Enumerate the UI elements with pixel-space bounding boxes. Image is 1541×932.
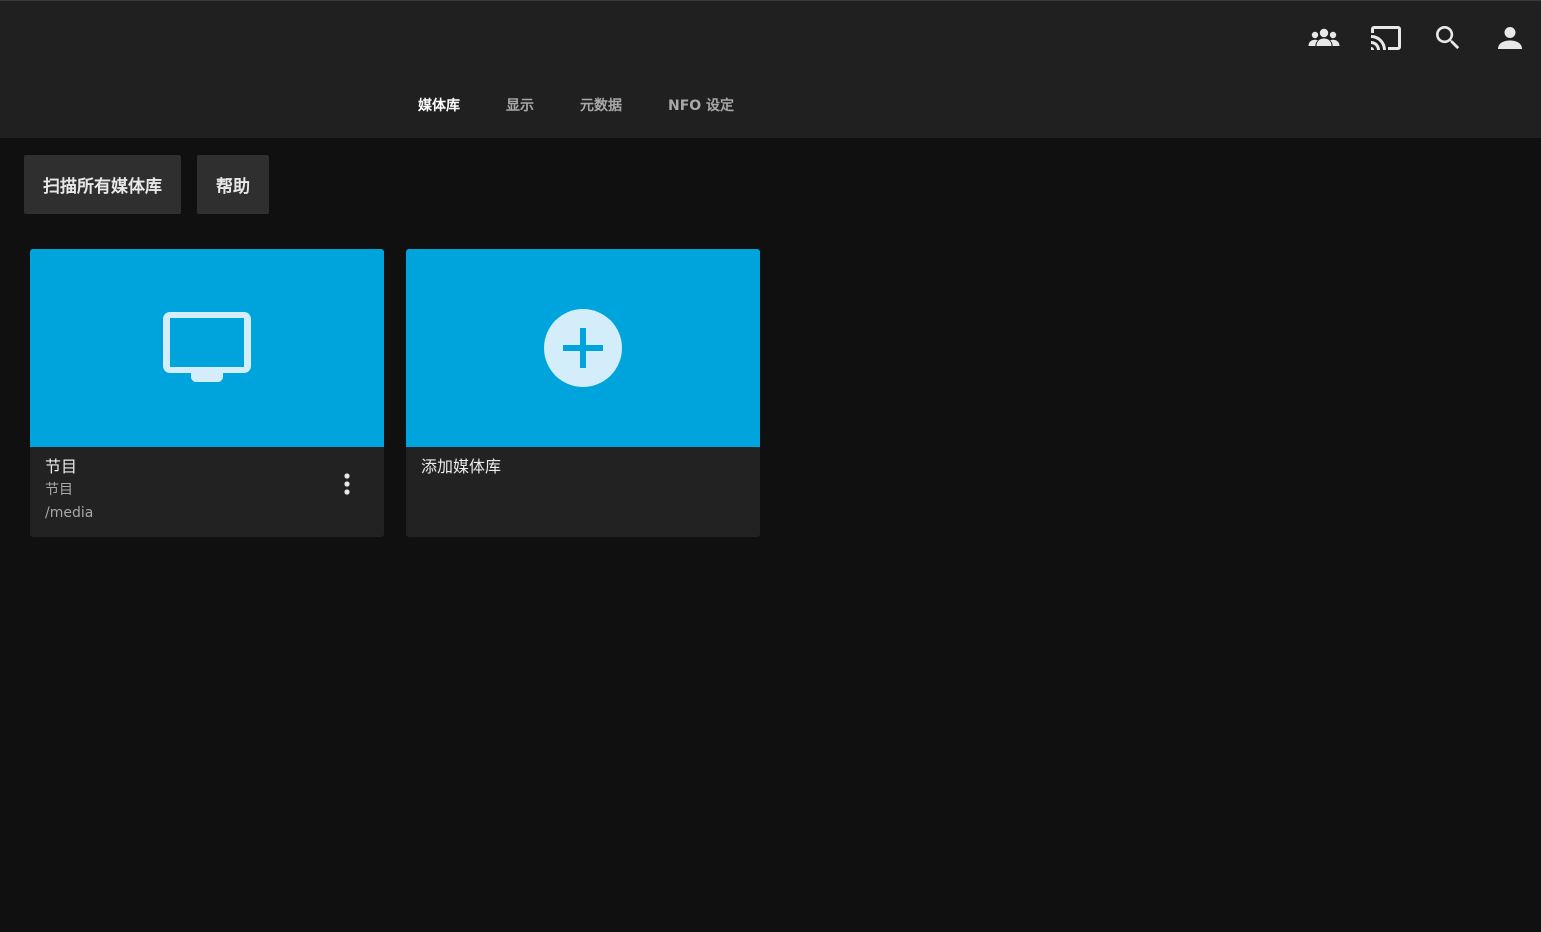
add-library-card-image[interactable]: [406, 249, 760, 447]
user-menu-button[interactable]: [1479, 19, 1541, 57]
help-button[interactable]: 帮助: [197, 155, 269, 214]
add-library-card[interactable]: 添加媒体库: [406, 249, 760, 537]
tv-icon: [163, 312, 251, 382]
library-path: /media: [45, 505, 94, 521]
tab-nfo-settings[interactable]: NFO 设定: [645, 85, 757, 127]
add-library-card-footer: 添加媒体库: [406, 447, 760, 537]
library-menu-button[interactable]: [332, 469, 362, 499]
cast-button[interactable]: [1355, 19, 1417, 57]
add-icon: [563, 328, 603, 368]
library-type: 节目: [45, 482, 73, 498]
more-vertical-icon: [344, 473, 350, 495]
user-icon: [1498, 27, 1522, 49]
search-icon: [1436, 26, 1460, 50]
library-cards: 节目 节目 /media 添加媒体库: [30, 249, 782, 537]
cast-icon: [1371, 26, 1401, 50]
settings-tabs: 媒体库 显示 元数据 NFO 设定: [395, 85, 757, 127]
tab-libraries[interactable]: 媒体库: [395, 85, 483, 127]
add-library-label: 添加媒体库: [421, 457, 502, 476]
users-icon: [1308, 28, 1340, 46]
add-circle: [544, 309, 622, 387]
library-card-image[interactable]: [30, 249, 384, 447]
library-card[interactable]: 节目 节目 /media: [30, 249, 384, 537]
tab-display[interactable]: 显示: [483, 85, 557, 127]
library-title: 节目: [45, 457, 78, 476]
header-actions: [1293, 19, 1541, 57]
header-bar: 媒体库 显示 元数据 NFO 设定: [0, 0, 1541, 138]
scan-all-libraries-button[interactable]: 扫描所有媒体库: [24, 155, 181, 214]
tab-metadata[interactable]: 元数据: [557, 85, 645, 127]
search-button[interactable]: [1417, 19, 1479, 57]
library-card-footer: 节目 节目 /media: [30, 447, 384, 537]
sync-play-button[interactable]: [1293, 19, 1355, 57]
library-toolbar: 扫描所有媒体库 帮助: [24, 155, 285, 214]
